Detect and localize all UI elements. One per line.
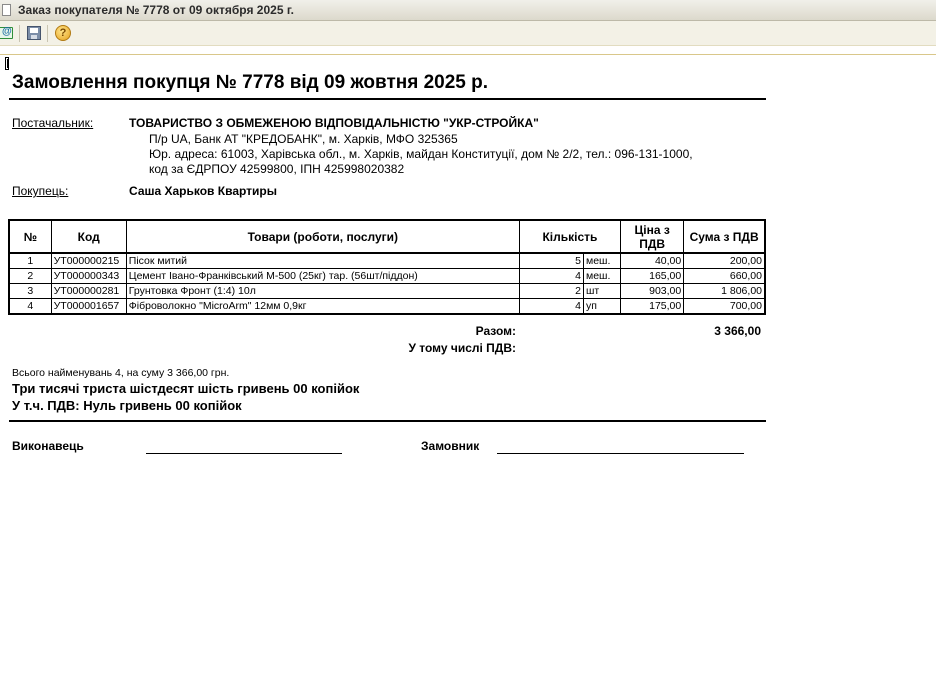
row-num: 4 <box>8 298 52 315</box>
row-qty: 5 <box>518 252 584 269</box>
table-row: 2 УТ000000343 Цемент Івано-Франківський … <box>8 268 766 284</box>
total-value: 3 366,00 <box>714 324 761 338</box>
supplier-name: ТОВАРИСТВО З ОБМЕЖЕНОЮ ВІДПОВІДАЛЬНІСТЮ … <box>129 116 539 130</box>
header-price: Ціна з ПДВ <box>620 219 685 254</box>
row-name: Фіброволокно "MicroArm" 12мм 0,9кг <box>125 298 520 315</box>
supplier-codes: код за ЄДРПОУ 42599800, ІПН 425998020382 <box>149 162 405 176</box>
row-name: Цемент Івано-Франківський М-500 (25кг) т… <box>125 268 520 284</box>
document-title: Замовлення покупця № 7778 від 09 жовтня … <box>12 72 489 93</box>
buyer-name: Саша Харьков Квартиры <box>129 184 277 198</box>
executor-label: Виконавець <box>12 439 84 453</box>
row-code: УТ000001657 <box>50 298 127 315</box>
row-code: УТ000000281 <box>50 283 127 299</box>
items-table: № Код Товари (роботи, послуги) Кількість… <box>8 219 766 315</box>
row-unit: шт <box>582 283 622 299</box>
executor-signature-line <box>146 453 342 454</box>
header-num: № <box>8 219 52 254</box>
row-num: 3 <box>8 283 52 299</box>
table-header-row: № Код Товари (роботи, послуги) Кількість… <box>8 219 766 254</box>
signature-divider <box>9 420 766 422</box>
row-price: 903,00 <box>620 283 685 299</box>
header-code: Код <box>50 219 127 254</box>
supplier-bank: П/р UA, Банк АТ "КРЕДОБАНК", м. Харків, … <box>149 132 458 146</box>
title-divider <box>9 98 766 100</box>
row-unit: меш. <box>582 252 622 269</box>
supplier-label: Постачальник: <box>12 116 94 130</box>
total-label: Разом: <box>475 324 516 338</box>
buyer-label: Покупець: <box>12 184 69 198</box>
row-price: 175,00 <box>620 298 685 315</box>
row-qty: 4 <box>518 268 584 284</box>
supplier-address: Юр. адреса: 61003, Харівська обл., м. Ха… <box>149 147 693 161</box>
row-unit: уп <box>582 298 622 315</box>
row-sum: 1 806,00 <box>683 283 766 299</box>
vat-in-words: У т.ч. ПДВ: Нуль гривень 00 копійок <box>12 398 242 413</box>
row-name: Грунтовка Фронт (1:4) 10л <box>125 283 520 299</box>
row-name: Пісок митий <box>125 252 520 269</box>
header-qty: Кількість <box>518 219 622 254</box>
row-qty: 4 <box>518 298 584 315</box>
row-qty: 2 <box>518 283 584 299</box>
customer-signature-line <box>497 453 744 454</box>
row-code: УТ000000343 <box>50 268 127 284</box>
items-count-line: Всього найменувань 4, на суму 3 366,00 г… <box>12 367 230 379</box>
header-goods: Товари (роботи, послуги) <box>125 219 520 254</box>
amount-in-words: Три тисячі триста шістдесят шість гривен… <box>12 381 360 396</box>
row-num: 1 <box>8 252 52 269</box>
row-code: УТ000000215 <box>50 252 127 269</box>
row-price: 165,00 <box>620 268 685 284</box>
row-price: 40,00 <box>620 252 685 269</box>
row-unit: меш. <box>582 268 622 284</box>
vat-label: У тому числі ПДВ: <box>408 341 516 355</box>
row-sum: 660,00 <box>683 268 766 284</box>
table-row: 3 УТ000000281 Грунтовка Фронт (1:4) 10л … <box>8 283 766 299</box>
table-row: 4 УТ000001657 Фіброволокно "MicroArm" 12… <box>8 298 766 315</box>
header-sum: Сума з ПДВ <box>683 219 766 254</box>
row-sum: 700,00 <box>683 298 766 315</box>
row-sum: 200,00 <box>683 252 766 269</box>
printed-document: Замовлення покупця № 7778 від 09 жовтня … <box>0 0 936 687</box>
row-num: 2 <box>8 268 52 284</box>
table-row: 1 УТ000000215 Пісок митий 5 меш. 40,00 2… <box>8 252 766 269</box>
customer-label: Замовник <box>421 439 480 453</box>
